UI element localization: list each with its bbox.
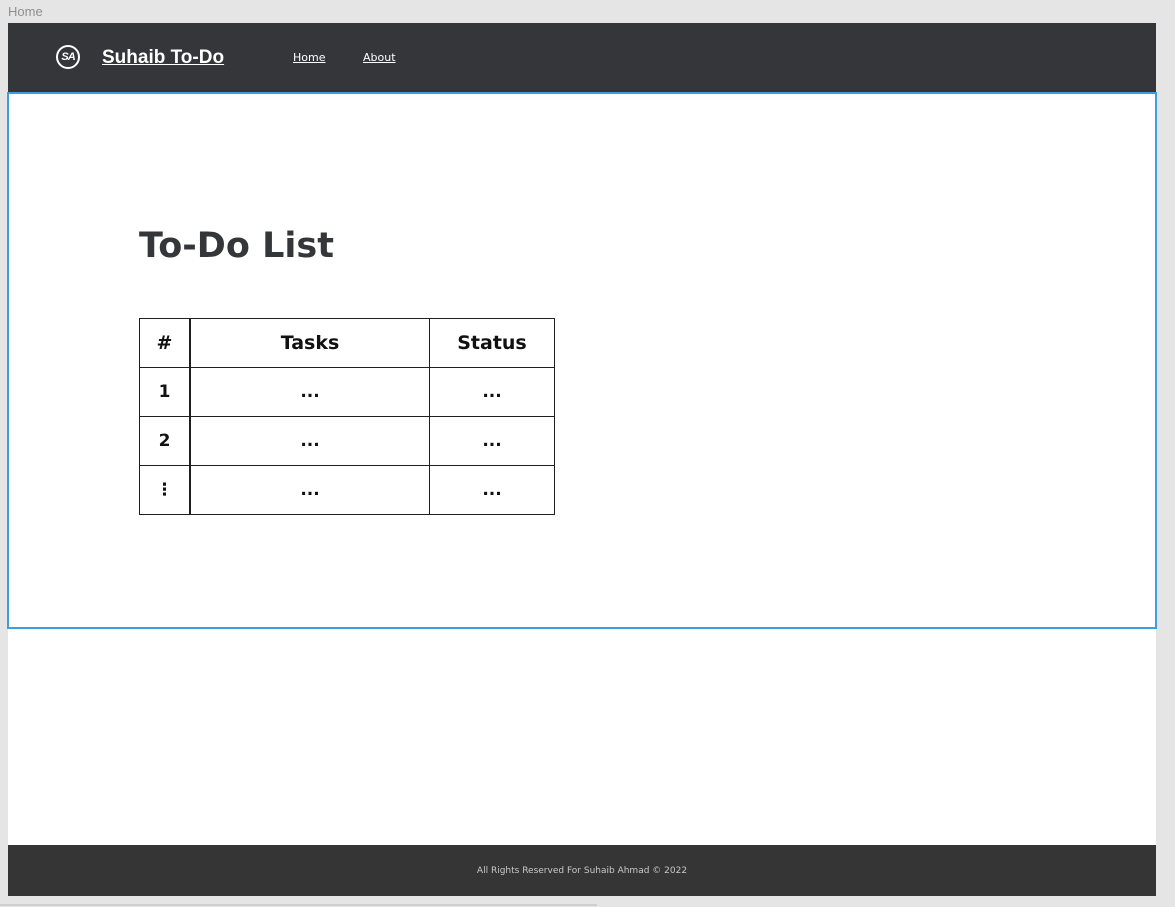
frame-label: Home [8, 4, 43, 19]
status-cell: ... [429, 367, 555, 417]
row-number: 2 [139, 416, 191, 466]
logo-icon[interactable]: SA [56, 45, 80, 69]
page: SA Suhaib To-Do Home About To-Do List # … [7, 23, 1157, 896]
copyright-text: All Rights Reserved For Suhaib Ahmad © 2… [476, 866, 688, 876]
row-number: ⋮ [139, 465, 191, 515]
horizontal-scrollbar[interactable] [0, 904, 597, 906]
navbar: SA Suhaib To-Do Home About [8, 23, 1156, 92]
nav-link-about[interactable]: About [363, 51, 396, 64]
nav-link-home[interactable]: Home [293, 51, 325, 64]
table-row: 2 ... ... [139, 416, 555, 466]
column-header-number: # [139, 318, 191, 368]
status-cell: ... [429, 465, 555, 515]
task-cell: ... [189, 416, 430, 466]
main-content: To-Do List # Tasks Status 1 ... ... 2 ..… [7, 92, 1157, 629]
footer: All Rights Reserved For Suhaib Ahmad © 2… [8, 845, 1156, 896]
row-number: 1 [139, 367, 191, 417]
column-header-status: Status [429, 318, 555, 368]
todo-table: # Tasks Status 1 ... ... 2 ... ... ⋮ ...… [139, 318, 555, 515]
page-title: To-Do List [139, 226, 334, 266]
brand-link[interactable]: Suhaib To-Do [102, 47, 224, 69]
table-header-row: # Tasks Status [139, 318, 555, 368]
column-header-tasks: Tasks [189, 318, 430, 368]
table-row: ⋮ ... ... [139, 465, 555, 515]
task-cell: ... [189, 465, 430, 515]
task-cell: ... [189, 367, 430, 417]
table-row: 1 ... ... [139, 367, 555, 417]
status-cell: ... [429, 416, 555, 466]
